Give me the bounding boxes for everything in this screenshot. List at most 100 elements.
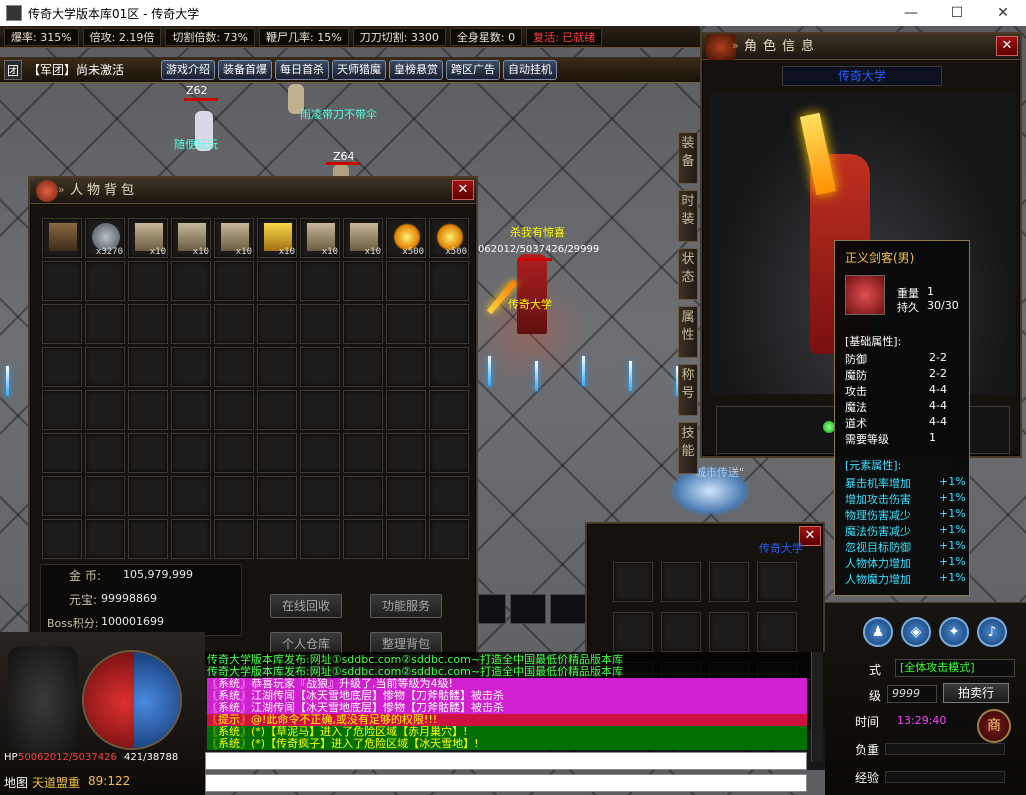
inventory-slot[interactable] bbox=[257, 347, 297, 387]
auction-button[interactable]: 拍卖行 bbox=[943, 683, 1009, 703]
skill-slot[interactable] bbox=[510, 594, 546, 624]
inventory-slot[interactable] bbox=[214, 390, 254, 430]
inventory-slot[interactable]: x10 bbox=[214, 218, 254, 258]
chat-input[interactable] bbox=[205, 752, 807, 770]
inventory-slot[interactable] bbox=[128, 347, 168, 387]
inventory-slot[interactable] bbox=[257, 261, 297, 301]
inventory-slot[interactable] bbox=[42, 390, 82, 430]
inventory-slot[interactable] bbox=[386, 433, 426, 473]
inventory-slot[interactable] bbox=[214, 519, 254, 559]
skill-slot[interactable] bbox=[550, 594, 586, 624]
inventory-slot[interactable] bbox=[171, 390, 211, 430]
guild-icon[interactable]: 团 bbox=[4, 59, 22, 80]
inventory-slot[interactable] bbox=[343, 261, 383, 301]
inventory-slot[interactable] bbox=[171, 261, 211, 301]
inventory-slot[interactable] bbox=[429, 476, 469, 516]
inventory-slot[interactable] bbox=[85, 476, 125, 516]
game-tab-2[interactable]: 每日首杀 bbox=[275, 59, 329, 80]
inventory-slot[interactable]: x10 bbox=[128, 218, 168, 258]
inventory-slot[interactable] bbox=[429, 433, 469, 473]
attack-mode-value[interactable]: [全体攻击模式] bbox=[895, 659, 1015, 677]
inventory-slot[interactable] bbox=[386, 519, 426, 559]
inventory-slot[interactable]: x500 bbox=[386, 218, 426, 258]
character-tab-2[interactable]: 状态 bbox=[678, 248, 698, 300]
skills-button[interactable]: ✦ bbox=[939, 617, 969, 647]
inventory-slot[interactable] bbox=[257, 433, 297, 473]
storage-slot[interactable] bbox=[709, 612, 749, 652]
inventory-slot[interactable] bbox=[300, 390, 340, 430]
inventory-slot[interactable] bbox=[386, 261, 426, 301]
inventory-slot[interactable] bbox=[429, 304, 469, 344]
inventory-slot[interactable] bbox=[171, 433, 211, 473]
character-tab-4[interactable]: 称号 bbox=[678, 364, 698, 416]
inventory-slot[interactable]: x3270 bbox=[85, 218, 125, 258]
close-character-button[interactable]: ✕ bbox=[996, 36, 1018, 56]
inventory-slot[interactable] bbox=[128, 519, 168, 559]
inventory-slot[interactable] bbox=[257, 390, 297, 430]
inventory-slot[interactable] bbox=[343, 433, 383, 473]
inventory-slot[interactable] bbox=[343, 390, 383, 430]
inventory-slot[interactable]: x500 bbox=[429, 218, 469, 258]
inventory-slot[interactable]: x10 bbox=[300, 218, 340, 258]
inventory-slot[interactable] bbox=[85, 304, 125, 344]
game-tab-4[interactable]: 皇榜悬赏 bbox=[389, 59, 443, 80]
inventory-slot[interactable] bbox=[343, 347, 383, 387]
game-viewport[interactable]: Z62 雨凌带刀不带伞 随便玩玩 Z64 杀我有惊喜 传奇大学 062012/5… bbox=[0, 26, 1026, 795]
inventory-slot[interactable] bbox=[214, 304, 254, 344]
inventory-slot[interactable] bbox=[214, 261, 254, 301]
inventory-slot[interactable] bbox=[128, 476, 168, 516]
function-service-button[interactable]: 功能服务 bbox=[370, 594, 442, 618]
sound-button[interactable]: ♪ bbox=[977, 617, 1007, 647]
inventory-slot[interactable] bbox=[300, 347, 340, 387]
game-tab-5[interactable]: 跨区广告 bbox=[446, 59, 500, 80]
skill-slot[interactable] bbox=[478, 594, 506, 624]
inventory-slot[interactable] bbox=[343, 476, 383, 516]
character-button[interactable]: ♟ bbox=[863, 617, 893, 647]
inventory-slot[interactable] bbox=[343, 519, 383, 559]
inventory-slot[interactable] bbox=[42, 261, 82, 301]
storage-slot[interactable] bbox=[757, 562, 797, 602]
inventory-slot[interactable] bbox=[429, 390, 469, 430]
storage-slot[interactable] bbox=[661, 612, 701, 652]
inventory-slot[interactable] bbox=[257, 476, 297, 516]
inventory-slot[interactable] bbox=[42, 304, 82, 344]
character-tab-1[interactable]: 时装 bbox=[678, 190, 698, 242]
inventory-slot[interactable] bbox=[429, 519, 469, 559]
inventory-slot[interactable] bbox=[171, 476, 211, 516]
character-tab-3[interactable]: 属性 bbox=[678, 306, 698, 358]
inventory-slot[interactable] bbox=[42, 476, 82, 516]
inventory-slot[interactable] bbox=[300, 304, 340, 344]
storage-slot[interactable] bbox=[613, 612, 653, 652]
inventory-slot[interactable] bbox=[85, 347, 125, 387]
chat-input-secondary[interactable] bbox=[205, 774, 807, 792]
inventory-slot[interactable] bbox=[343, 304, 383, 344]
inventory-slot[interactable] bbox=[85, 390, 125, 430]
game-tab-3[interactable]: 天师猎魔 bbox=[332, 59, 386, 80]
storage-slot[interactable] bbox=[661, 562, 701, 602]
inventory-slot[interactable] bbox=[171, 519, 211, 559]
inventory-slot[interactable] bbox=[42, 433, 82, 473]
inventory-slot[interactable] bbox=[386, 347, 426, 387]
storage-slot[interactable] bbox=[709, 562, 749, 602]
inventory-slot[interactable] bbox=[128, 261, 168, 301]
storage-slot[interactable] bbox=[757, 612, 797, 652]
close-inventory-button[interactable]: ✕ bbox=[452, 180, 474, 200]
inventory-slot[interactable] bbox=[85, 519, 125, 559]
online-recycle-button[interactable]: 在线回收 bbox=[270, 594, 342, 618]
inventory-slot[interactable] bbox=[386, 304, 426, 344]
chat-scrollbar[interactable] bbox=[811, 652, 823, 762]
inventory-slot[interactable] bbox=[429, 347, 469, 387]
game-tab-0[interactable]: 游戏介绍 bbox=[161, 59, 215, 80]
inventory-slot[interactable] bbox=[171, 304, 211, 344]
game-tab-1[interactable]: 装备首爆 bbox=[218, 59, 272, 80]
inventory-slot[interactable] bbox=[42, 519, 82, 559]
inventory-slot[interactable] bbox=[429, 261, 469, 301]
inventory-slot[interactable] bbox=[300, 519, 340, 559]
inventory-slot[interactable] bbox=[128, 304, 168, 344]
shop-button[interactable]: 商 bbox=[977, 709, 1011, 743]
inventory-slot[interactable] bbox=[214, 433, 254, 473]
storage-slot[interactable] bbox=[613, 562, 653, 602]
inventory-slot[interactable]: x10 bbox=[343, 218, 383, 258]
inventory-slot[interactable] bbox=[257, 519, 297, 559]
inventory-slot[interactable] bbox=[300, 476, 340, 516]
